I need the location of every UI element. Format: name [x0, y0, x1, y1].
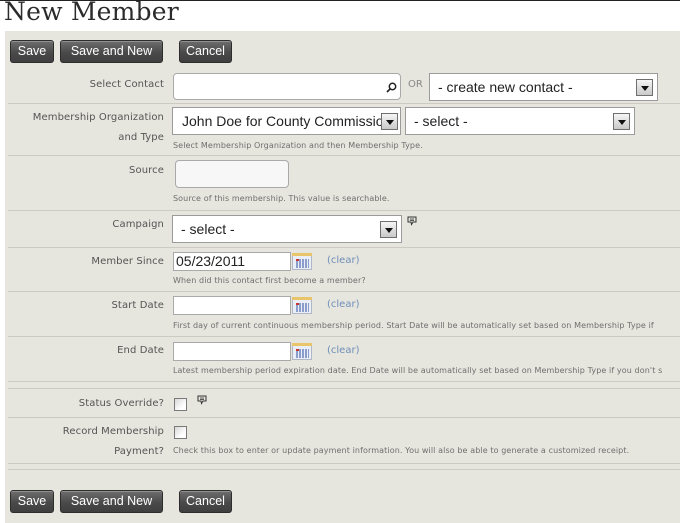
end-date-help: Latest membership period expiration date…: [173, 366, 663, 375]
calendar-icon[interactable]: [292, 297, 312, 314]
membership-type-value: - select -: [414, 113, 468, 129]
source-label: Source: [129, 165, 164, 176]
membership-org-label: Membership Organization and Type: [33, 108, 164, 148]
membership-org-help: Select Membership Organization and then …: [173, 141, 423, 150]
start-date-row: Start Date (clear) First day of current …: [8, 291, 680, 336]
chevron-down-icon: [636, 79, 653, 96]
select-contact-label: Select Contact: [89, 79, 164, 90]
end-date-row: End Date (clear) Latest membership perio…: [8, 336, 680, 381]
campaign-row: Campaign - select -: [8, 210, 680, 247]
end-date-clear-link[interactable]: (clear): [327, 345, 359, 356]
start-date-label: Start Date: [111, 300, 164, 311]
save-button[interactable]: Save: [10, 40, 54, 63]
member-since-help: When did this contact first become a mem…: [173, 276, 366, 285]
save-and-new-button[interactable]: Save and New: [60, 490, 163, 513]
status-override-label: Status Override?: [78, 398, 164, 409]
record-payment-help: Check this box to enter or update paymen…: [173, 446, 630, 455]
calendar-icon[interactable]: [292, 253, 312, 270]
chevron-down-icon: [381, 113, 398, 130]
member-form-panel: Save Save and New Cancel Select Contact …: [5, 31, 680, 523]
start-date-help: First day of current continuous membersh…: [173, 321, 654, 330]
divider: [8, 469, 680, 470]
membership-organization-select[interactable]: John Doe for County Commission: [172, 107, 401, 135]
start-date-clear-link[interactable]: (clear): [327, 299, 359, 310]
campaign-value: - select -: [181, 221, 235, 237]
member-since-date-input[interactable]: 05/23/2011: [173, 252, 291, 271]
save-and-new-button[interactable]: Save and New: [60, 40, 163, 63]
end-date-label: End Date: [117, 345, 164, 356]
page-title: New Member: [4, 0, 179, 26]
source-help: Source of this membership. This value is…: [173, 194, 390, 203]
cancel-button[interactable]: Cancel: [179, 40, 232, 63]
member-since-clear-link[interactable]: (clear): [327, 255, 359, 266]
start-date-input[interactable]: [173, 296, 291, 315]
record-payment-label-line2: Payment?: [114, 446, 164, 457]
membership-type-select[interactable]: - select -: [405, 107, 635, 135]
record-payment-label: Record Membership Payment?: [63, 422, 164, 462]
end-date-input[interactable]: [173, 342, 291, 361]
cancel-button[interactable]: Cancel: [179, 490, 232, 513]
membership-org-label-line1: Membership Organization: [32, 112, 164, 123]
or-separator: OR: [408, 79, 423, 90]
membership-organization-value: John Doe for County Commission: [182, 113, 392, 129]
status-override-checkbox[interactable]: [174, 398, 187, 411]
source-input[interactable]: [175, 160, 289, 188]
calendar-icon[interactable]: [292, 343, 312, 360]
contact-search-input[interactable]: [173, 73, 401, 100]
help-comment-icon[interactable]: [197, 395, 207, 405]
membership-org-row: Membership Organization and Type John Do…: [8, 103, 680, 155]
chevron-down-icon: [380, 221, 397, 238]
source-row: Source Source of this membership. This v…: [8, 155, 680, 210]
chevron-down-icon: [613, 113, 630, 130]
record-payment-row: Record Membership Payment? Check this bo…: [8, 417, 680, 463]
member-since-label: Member Since: [91, 256, 164, 267]
campaign-select[interactable]: - select -: [172, 215, 402, 243]
record-payment-checkbox[interactable]: [174, 426, 187, 439]
help-comment-icon[interactable]: [407, 216, 417, 226]
select-contact-row: Select Contact OR - create new contact -: [8, 69, 680, 103]
campaign-label: Campaign: [112, 219, 164, 230]
record-payment-label-line1: Record Membership: [62, 426, 164, 437]
create-new-contact-value: - create new contact -: [438, 79, 573, 95]
membership-org-label-line2: and Type: [118, 132, 164, 143]
search-icon[interactable]: [386, 82, 397, 93]
member-since-row: Member Since 05/23/2011 (clear) When did…: [8, 247, 680, 291]
divider: [8, 381, 680, 388]
status-override-row: Status Override?: [8, 388, 680, 417]
create-new-contact-select[interactable]: - create new contact -: [429, 73, 658, 101]
save-button[interactable]: Save: [10, 490, 54, 513]
